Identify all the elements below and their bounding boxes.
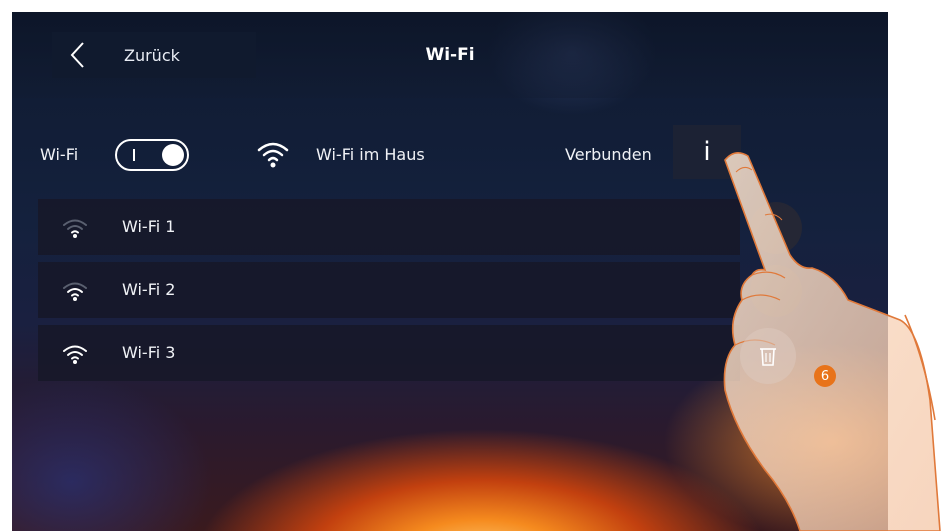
delete-network-button[interactable] xyxy=(740,328,796,384)
step-number-badge: 6 xyxy=(814,365,836,387)
trash-icon xyxy=(760,348,776,366)
pointing-hand-illustration xyxy=(723,152,941,531)
